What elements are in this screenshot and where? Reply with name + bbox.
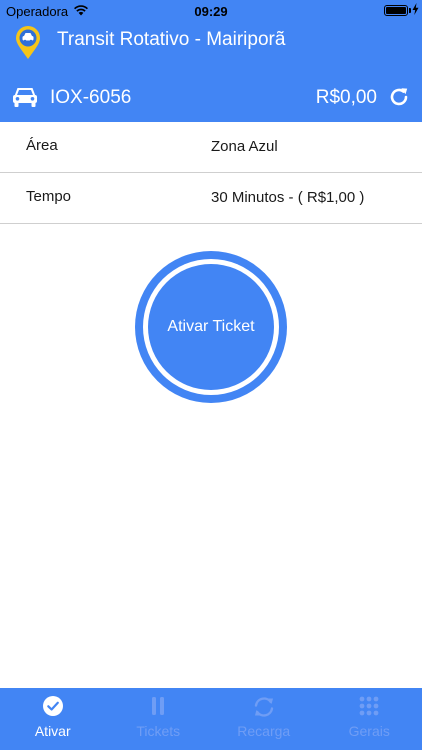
tab-gerais[interactable]: Gerais <box>317 688 422 750</box>
car-icon <box>12 86 38 113</box>
app-title: Transit Rotativo - Mairiporã <box>57 29 286 50</box>
app-header: Transit Rotativo - Mairiporã <box>0 22 422 62</box>
tab-ativar[interactable]: Ativar <box>0 688 106 750</box>
time-value: 30 Minutos - ( R$1,00 ) <box>211 189 365 206</box>
tab-recarga-label: Recarga <box>237 723 291 739</box>
pause-icon <box>106 695 212 717</box>
tab-recarga[interactable]: Recarga <box>211 688 317 750</box>
activate-ticket-button[interactable]: Ativar Ticket <box>135 251 287 403</box>
vehicle-plate: IOX-6056 <box>50 87 132 108</box>
tab-ativar-label: Ativar <box>34 723 71 739</box>
account-balance: R$0,00 <box>315 87 377 108</box>
activate-ticket-label: Ativar Ticket <box>148 264 274 390</box>
tab-tickets-label: Tickets <box>136 723 181 739</box>
app-screen: Operadora 09:29 Transit Rotativo - Mairi… <box>0 0 422 750</box>
area-value: Zona Azul <box>211 138 278 155</box>
app-logo-icon <box>14 26 42 65</box>
area-label: Área <box>26 137 58 154</box>
grid-icon <box>317 695 422 717</box>
refresh-balance-icon[interactable] <box>388 86 410 113</box>
status-time: 09:29 <box>194 4 228 19</box>
tab-gerais-label: Gerais <box>348 723 390 739</box>
charging-icon <box>412 3 419 18</box>
tab-tickets[interactable]: Tickets <box>106 688 212 750</box>
battery-tip <box>409 8 411 13</box>
area-row[interactable]: Área Zona Azul <box>0 122 422 173</box>
time-row[interactable]: Tempo 30 Minutos - ( R$1,00 ) <box>0 173 422 224</box>
tab-bar: Ativar Tickets Recarga Gerais <box>0 688 422 750</box>
battery-icon <box>384 5 408 16</box>
check-circle-icon <box>0 695 106 717</box>
time-label: Tempo <box>26 188 72 205</box>
refresh-icon <box>211 695 317 717</box>
vehicle-bar: IOX-6056 R$0,00 <box>0 62 422 122</box>
status-bar: Operadora 09:29 <box>0 0 422 22</box>
